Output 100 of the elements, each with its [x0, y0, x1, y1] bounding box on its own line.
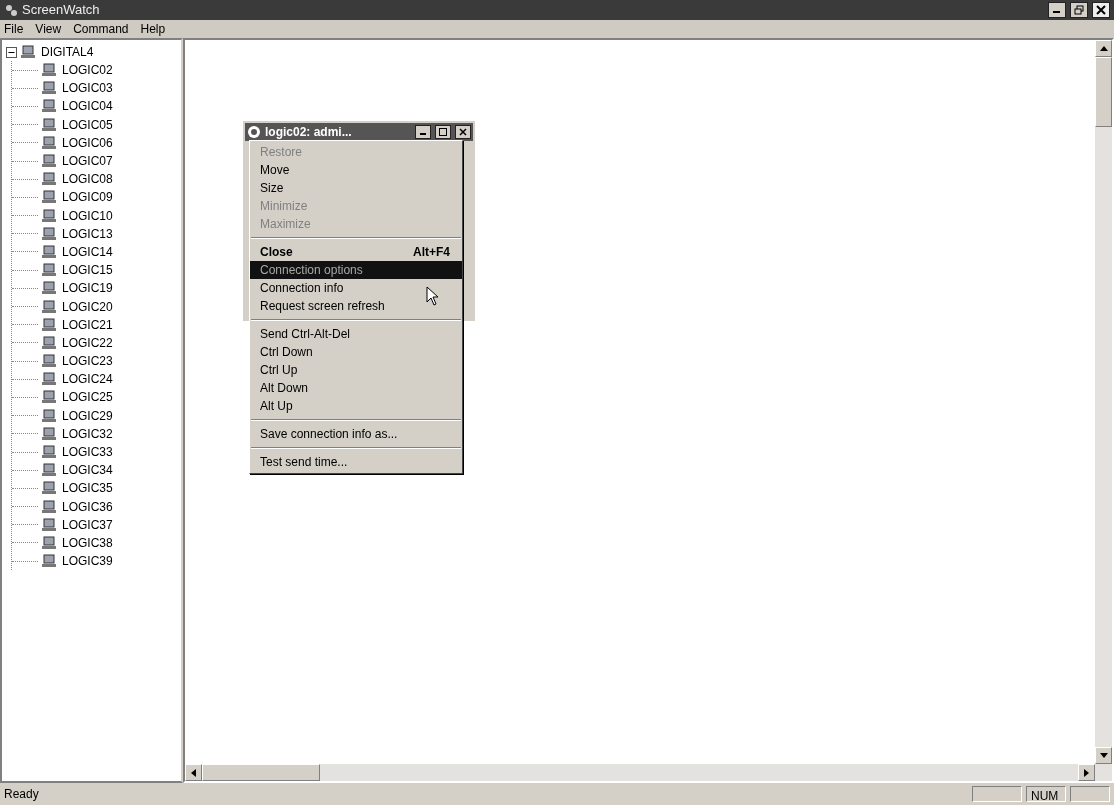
child-window-title: logic02: admi...: [265, 124, 353, 141]
minimize-button[interactable]: [415, 125, 431, 139]
computer-icon: [42, 354, 58, 369]
computer-icon: [42, 208, 58, 223]
computer-icon: [42, 499, 58, 514]
computer-icon: [42, 463, 58, 478]
tree-node[interactable]: LOGIC36: [62, 497, 113, 516]
tree-node[interactable]: LOGIC19: [62, 279, 113, 298]
menu-item[interactable]: Connection info: [250, 279, 462, 297]
maximize-icon: [439, 128, 447, 136]
computer-icon: [42, 135, 58, 150]
menu-item[interactable]: Save connection info as...: [250, 425, 462, 443]
tree-node[interactable]: LOGIC29: [62, 406, 113, 425]
computer-icon: [42, 535, 58, 550]
collapse-toggle[interactable]: [6, 46, 17, 58]
close-icon: [1096, 5, 1106, 15]
tree-node[interactable]: LOGIC03: [62, 79, 113, 98]
tree-node[interactable]: LOGIC24: [62, 370, 113, 389]
computer-icon: [42, 517, 58, 532]
menu-item[interactable]: Alt Up: [250, 397, 462, 415]
tree-node[interactable]: LOGIC04: [62, 97, 113, 116]
maximize-button[interactable]: [435, 125, 451, 139]
computer-icon: [42, 244, 58, 259]
menu-item[interactable]: Command: [73, 20, 129, 38]
computer-icon: [42, 63, 58, 78]
scroll-right-button[interactable]: [1078, 764, 1095, 781]
scroll-up-button[interactable]: [1095, 40, 1112, 57]
vertical-scrollbar[interactable]: [1095, 40, 1112, 764]
computer-icon: [42, 299, 58, 314]
computer-icon: [42, 408, 58, 423]
menu-item[interactable]: Send Ctrl-Alt-Del: [250, 325, 462, 343]
menu-item[interactable]: Size: [250, 179, 462, 197]
restore-icon: [1074, 5, 1084, 15]
tree-node[interactable]: LOGIC05: [62, 115, 113, 134]
computer-icon: [42, 263, 58, 278]
computer-icon: [42, 390, 58, 405]
scroll-thumb[interactable]: [1095, 57, 1112, 127]
tree-node[interactable]: LOGIC10: [62, 206, 113, 225]
computer-icon: [42, 117, 58, 132]
menu-item[interactable]: View: [35, 20, 62, 38]
tree-node[interactable]: LOGIC06: [62, 133, 113, 152]
tree-node[interactable]: LOGIC02: [62, 61, 113, 80]
tree-node[interactable]: DIGITAL4: [41, 43, 94, 61]
tree-node[interactable]: LOGIC07: [62, 152, 113, 171]
computer-icon: [42, 554, 58, 569]
tree-node[interactable]: LOGIC32: [62, 424, 113, 443]
right-arrow-icon: [1084, 768, 1089, 777]
computer-icon: [42, 445, 58, 460]
tree-node[interactable]: LOGIC38: [62, 533, 113, 552]
tree-node[interactable]: LOGIC14: [62, 242, 113, 261]
menu-item[interactable]: Alt Down: [250, 379, 462, 397]
close-button[interactable]: [1092, 2, 1110, 18]
computer-icon: [42, 154, 58, 169]
menu-item[interactable]: Close Alt+F4: [250, 243, 462, 261]
restore-button[interactable]: [1070, 2, 1088, 18]
menu-item[interactable]: Request screen refresh: [250, 297, 462, 315]
computer-icon: [21, 45, 37, 59]
tree-node[interactable]: LOGIC33: [62, 443, 113, 462]
menu-item[interactable]: File: [4, 20, 24, 38]
status-indicator: NUM: [1026, 786, 1066, 802]
close-button[interactable]: [455, 125, 471, 139]
menu-item[interactable]: Test send time...: [250, 453, 462, 471]
mouse-pointer-icon: [426, 286, 440, 306]
status-message: Ready: [4, 786, 40, 803]
computer-icon: [42, 190, 58, 205]
menu-item[interactable]: Help: [140, 20, 166, 38]
tree-node[interactable]: LOGIC13: [62, 224, 113, 243]
computer-icon: [42, 317, 58, 332]
tree-node[interactable]: LOGIC23: [62, 352, 113, 371]
computer-icon: [42, 481, 58, 496]
menu-item[interactable]: Ctrl Down: [250, 343, 462, 361]
minimize-button[interactable]: [1048, 2, 1066, 18]
window-title: ScreenWatch: [22, 1, 100, 20]
tree-node[interactable]: LOGIC34: [62, 461, 113, 480]
up-arrow-icon: [1099, 46, 1108, 51]
tree-node[interactable]: LOGIC39: [62, 552, 113, 571]
left-arrow-icon: [191, 768, 196, 777]
computer-icon: [42, 372, 58, 387]
computer-icon: [42, 335, 58, 350]
tree-node[interactable]: LOGIC37: [62, 515, 113, 534]
computer-icon: [42, 426, 58, 441]
tree-node[interactable]: LOGIC25: [62, 388, 113, 407]
menu-item[interactable]: Move: [250, 161, 462, 179]
tree-node[interactable]: LOGIC09: [62, 188, 113, 207]
tree-node[interactable]: LOGIC08: [62, 170, 113, 189]
status-panel: [1070, 786, 1110, 802]
menu-item[interactable]: Ctrl Up: [250, 361, 462, 379]
tree-node[interactable]: LOGIC15: [62, 261, 113, 280]
tree-node[interactable]: LOGIC21: [62, 315, 113, 334]
scroll-thumb[interactable]: [202, 764, 320, 781]
scroll-down-button[interactable]: [1095, 747, 1112, 764]
down-arrow-icon: [1099, 753, 1108, 758]
tree-node[interactable]: LOGIC35: [62, 479, 113, 498]
scroll-left-button[interactable]: [185, 764, 202, 781]
computer-icon: [42, 172, 58, 187]
computer-icon: [42, 81, 58, 96]
tree-node[interactable]: LOGIC20: [62, 297, 113, 316]
horizontal-scrollbar[interactable]: [185, 764, 1112, 781]
app-icon: [4, 3, 18, 17]
tree-node[interactable]: LOGIC22: [62, 333, 113, 352]
